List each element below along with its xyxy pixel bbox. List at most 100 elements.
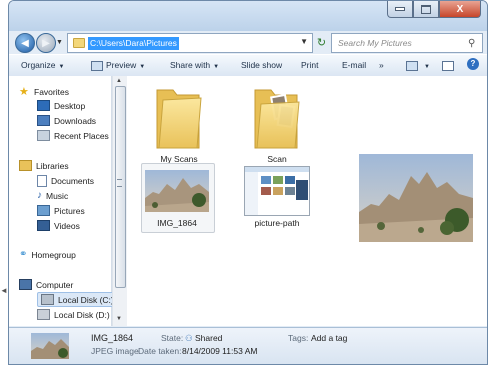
- views-icon: [406, 60, 418, 71]
- nav-computer[interactable]: Computer: [19, 279, 73, 290]
- add-tag-field[interactable]: Add a tag: [311, 333, 347, 343]
- nav-recent-places-label: Recent Places: [54, 130, 109, 141]
- details-filename: IMG_1864: [91, 333, 134, 343]
- image-thumbnail: [244, 166, 310, 216]
- slide-show-button[interactable]: Slide show: [241, 60, 282, 70]
- homegroup-icon: ⚭: [19, 249, 28, 260]
- minimize-button[interactable]: [387, 1, 413, 18]
- videos-icon: [37, 220, 50, 231]
- navigation-scrollbar[interactable]: ▲ ▼: [112, 76, 127, 326]
- help-icon: ?: [467, 58, 479, 70]
- details-state-label: State:: [161, 333, 184, 343]
- image-label: picture-path: [254, 218, 300, 228]
- nav-pictures-label: Pictures: [54, 205, 85, 216]
- folder-icon: [156, 89, 202, 149]
- image-item[interactable]: IMG_1864: [141, 164, 213, 230]
- refresh-icon: ↻: [316, 36, 327, 49]
- email-button[interactable]: E-mail: [342, 60, 366, 70]
- nav-documents-label: Documents: [51, 176, 94, 186]
- help-button[interactable]: ?: [467, 58, 479, 70]
- music-icon: ♪: [37, 190, 42, 201]
- scrollbar-grip-icon: [117, 179, 122, 187]
- nav-libraries-label: Libraries: [36, 160, 69, 171]
- details-type: JPEG image: [91, 346, 139, 356]
- share-with-label: Share with: [170, 60, 211, 70]
- address-path[interactable]: C:\Users\Dara\Pictures: [88, 36, 179, 50]
- details-pane: IMG_1864 JPEG image State: ⚇ Shared Date…: [9, 327, 487, 364]
- forward-button[interactable]: ▶: [36, 33, 56, 53]
- recent-pages-dropdown[interactable]: ▼: [56, 39, 63, 46]
- star-icon: ★: [19, 86, 29, 98]
- preview-button[interactable]: Preview ▼: [91, 60, 145, 71]
- address-dropdown-icon[interactable]: ▼: [300, 37, 308, 46]
- nav-videos-label: Videos: [54, 220, 80, 231]
- computer-icon: [19, 279, 32, 290]
- chevron-down-icon: ▼: [56, 39, 63, 46]
- scroll-up-icon[interactable]: ▲: [116, 78, 122, 84]
- more-commands-button[interactable]: »: [379, 60, 384, 70]
- scroll-down-icon[interactable]: ▼: [116, 316, 122, 322]
- nav-libraries[interactable]: Libraries: [19, 160, 69, 171]
- maximize-button[interactable]: [413, 1, 439, 18]
- nav-desktop-label: Desktop: [54, 100, 86, 111]
- chevron-down-icon: ▼: [139, 64, 146, 70]
- folder-item[interactable]: Scan: [237, 80, 317, 166]
- address-bar[interactable]: C:\Users\Dara\Pictures ▼: [67, 33, 313, 53]
- folder-icon: [73, 38, 85, 48]
- organize-button[interactable]: Organize ▼: [21, 60, 64, 70]
- command-bar: Organize ▼ Preview ▼ Share with ▼ Slide sho…: [9, 54, 487, 77]
- organize-label: Organize: [21, 60, 56, 70]
- print-button[interactable]: Print: [301, 60, 318, 70]
- nav-homegroup[interactable]: ⚭ Homegroup: [19, 249, 76, 260]
- preview-image: [359, 154, 473, 242]
- title-bar: X ◀ ▶ ▼ C:\Users\Dara\Pictures ▼ ↻ Searc…: [9, 1, 487, 53]
- change-view-button[interactable]: ▼: [406, 60, 430, 71]
- left-edge-arrow-icon: ◄: [0, 286, 8, 295]
- forward-arrow-icon: ▶: [42, 37, 50, 49]
- search-box[interactable]: Search My Pictures ⚲: [331, 33, 483, 53]
- back-button[interactable]: ◀: [15, 33, 35, 53]
- desktop-icon: [37, 100, 50, 111]
- downloads-icon: [37, 115, 50, 126]
- preview-label: Preview: [106, 60, 137, 70]
- folder-item[interactable]: My Scans: [139, 80, 219, 166]
- libraries-icon: [19, 160, 32, 171]
- nav-recent-places[interactable]: Recent Places: [37, 130, 109, 141]
- nav-desktop[interactable]: Desktop: [37, 100, 85, 111]
- details-thumbnail: [31, 333, 69, 359]
- nav-music[interactable]: ♪ Music: [37, 190, 68, 201]
- nav-downloads-label: Downloads: [54, 115, 97, 126]
- search-icon[interactable]: ⚲: [468, 38, 482, 49]
- image-label: IMG_1864: [157, 218, 197, 228]
- nav-documents[interactable]: Documents: [37, 175, 94, 187]
- navigation-pane: ★ Favorites Desktop Downloads Recent Plac…: [9, 76, 117, 326]
- nav-favorites[interactable]: ★ Favorites: [19, 85, 69, 98]
- minimize-icon: [395, 7, 405, 11]
- share-with-button[interactable]: Share with ▼: [170, 60, 219, 70]
- details-state-value: Shared: [195, 333, 223, 343]
- drive-icon: [41, 294, 54, 305]
- maximize-icon: [421, 4, 431, 14]
- details-date-value: 8/14/2009 11:53 AM: [182, 346, 258, 356]
- back-arrow-icon: ◀: [21, 37, 29, 49]
- drive-icon: [37, 309, 50, 320]
- nav-downloads[interactable]: Downloads: [37, 115, 96, 126]
- documents-icon: [37, 175, 47, 187]
- close-button[interactable]: X: [439, 1, 481, 18]
- nav-computer-label: Computer: [36, 279, 74, 290]
- nav-local-disk-d[interactable]: Local Disk (D:): [37, 309, 110, 320]
- nav-videos[interactable]: Videos: [37, 220, 80, 231]
- recent-places-icon: [37, 130, 50, 141]
- nav-local-disk-c[interactable]: Local Disk (C:): [37, 292, 117, 307]
- file-list: My Scans Scan IMG_1864 picture-path: [127, 76, 487, 326]
- close-icon: X: [456, 3, 464, 15]
- search-input[interactable]: Search My Pictures: [332, 38, 468, 48]
- preview-icon: [91, 60, 103, 71]
- refresh-button[interactable]: ↻: [314, 33, 329, 51]
- preview-pane-button[interactable]: [442, 60, 457, 71]
- image-item[interactable]: picture-path: [237, 164, 317, 230]
- nav-pictures[interactable]: Pictures: [37, 205, 85, 216]
- chevron-down-icon: ▼: [424, 64, 430, 70]
- folder-icon: [254, 89, 300, 149]
- scrollbar-thumb[interactable]: [115, 86, 126, 288]
